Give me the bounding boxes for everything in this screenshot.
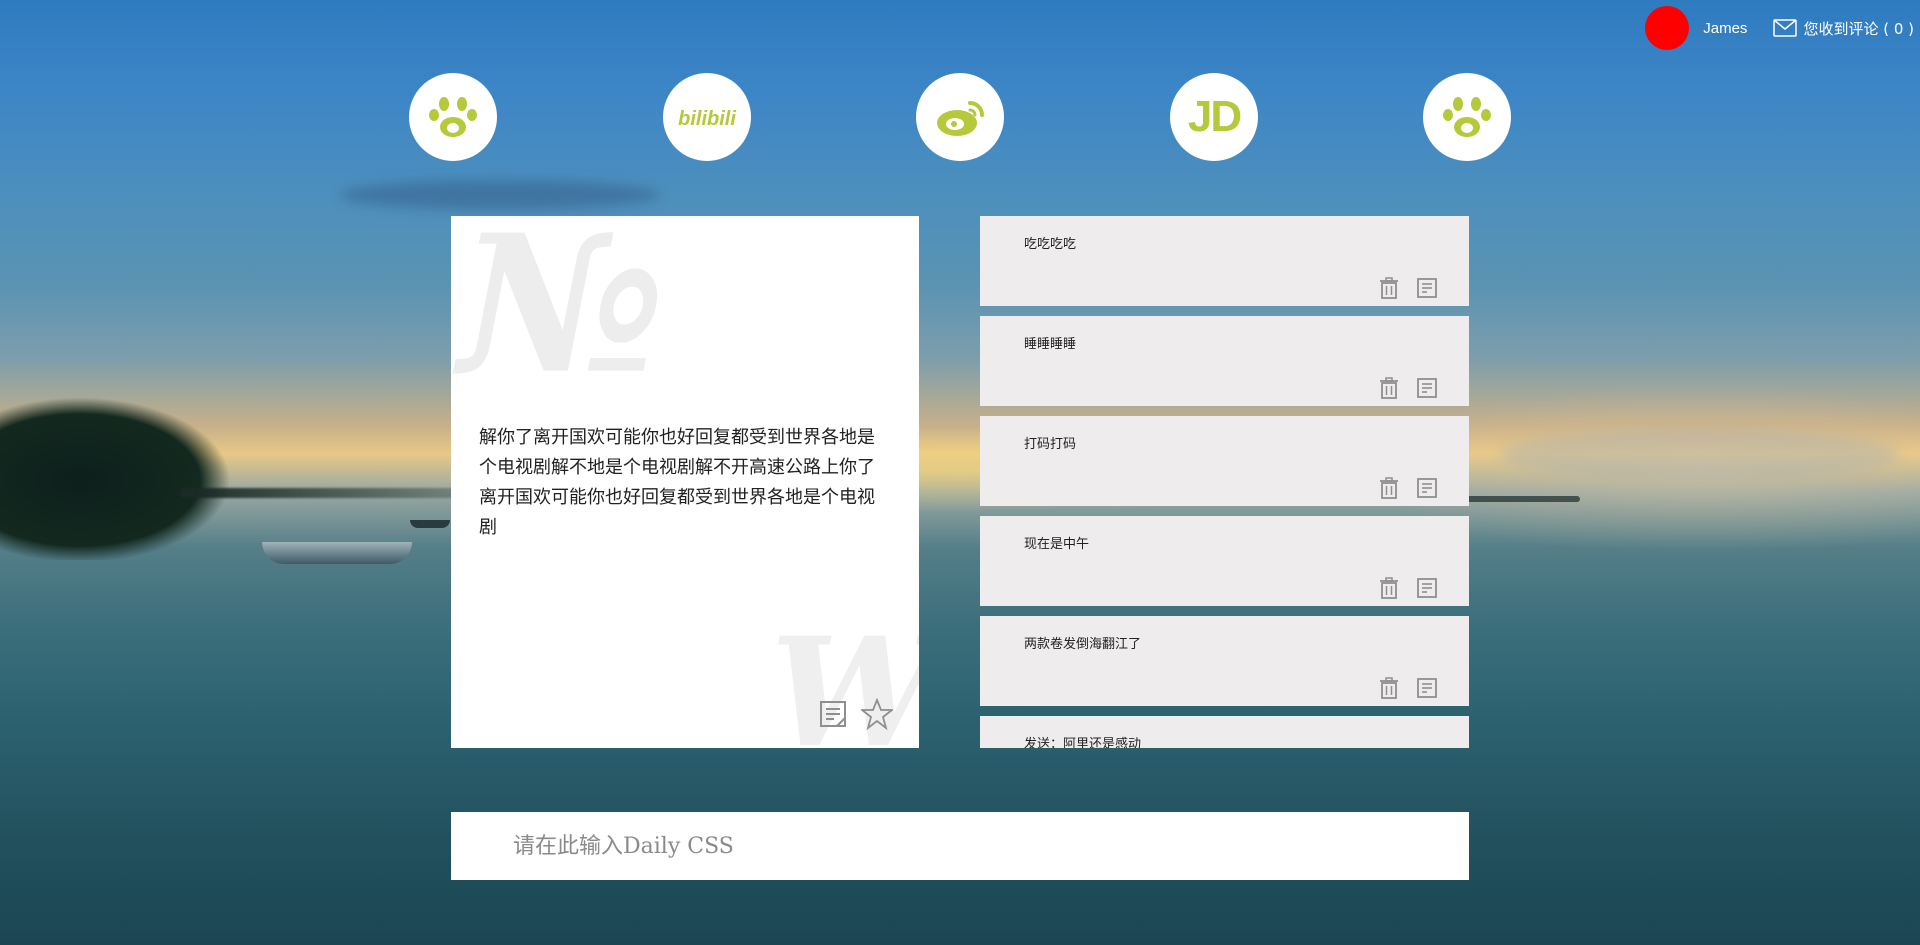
feature-card-text: 解你了离开国欢可能你也好回复都受到世界各地是个电视剧解不地是个电视剧解不开高速公…: [479, 427, 875, 538]
trash-icon[interactable]: [1377, 376, 1401, 400]
message-actions: [1377, 376, 1439, 400]
trash-icon[interactable]: [1377, 576, 1401, 600]
weibo-icon: [937, 101, 984, 136]
edit-note-icon[interactable]: [1415, 676, 1439, 700]
trash-icon[interactable]: [1377, 676, 1401, 700]
background-boat: [262, 542, 412, 564]
background-cloud: [340, 180, 660, 210]
message-actions: [1377, 476, 1439, 500]
message-text: 现在是中午: [1024, 537, 1090, 552]
message-text: 睡睡睡睡: [1024, 337, 1077, 352]
daily-css-input[interactable]: [513, 812, 1469, 880]
edit-note-icon[interactable]: [1415, 376, 1439, 400]
background-horizon: [180, 488, 460, 498]
decorative-watermark: №: [459, 216, 666, 416]
message-item: 现在是中午: [980, 516, 1469, 606]
message-list[interactable]: 吃吃吃吃 睡睡睡睡 打码打码 现在是中午 两款卷发倒海翻江了 发送：阿里还是感动: [980, 216, 1469, 748]
edit-note-icon[interactable]: [1415, 576, 1439, 600]
message-actions: [1377, 676, 1439, 700]
background-island: [0, 360, 260, 560]
site-baidu-button[interactable]: [409, 73, 497, 161]
message-item: 两款卷发倒海翻江了: [980, 616, 1469, 706]
message-item: 睡睡睡睡: [980, 316, 1469, 406]
message-text: 两款卷发倒海翻江了: [1024, 637, 1142, 652]
message-actions: [1377, 576, 1439, 600]
message-text: 发送：阿里还是感动: [1024, 737, 1142, 748]
background-boat: [410, 520, 450, 528]
site-bilibili-button[interactable]: bilibili: [663, 73, 751, 161]
feature-card-actions: [817, 698, 893, 730]
message-text: 吃吃吃吃: [1024, 237, 1077, 252]
message-item: 吃吃吃吃: [980, 216, 1469, 306]
site-baidu-button[interactable]: [1423, 73, 1511, 161]
bilibili-icon: bilibili: [678, 108, 736, 130]
note-icon[interactable]: [817, 698, 849, 730]
background-cloud: [1500, 430, 1900, 480]
username[interactable]: James: [1703, 20, 1747, 37]
daily-css-input-bar: [451, 812, 1469, 880]
site-shortcuts: bilibili JD: [0, 73, 1920, 161]
svg-text:bilibili: bilibili: [678, 108, 736, 130]
star-icon[interactable]: [861, 698, 893, 730]
message-item: 打码打码: [980, 416, 1469, 506]
edit-note-icon[interactable]: [1415, 276, 1439, 300]
message-item: 发送：阿里还是感动: [980, 716, 1469, 748]
paw-icon: [429, 97, 477, 137]
site-jd-button[interactable]: JD: [1170, 73, 1258, 161]
message-text: 打码打码: [1024, 437, 1077, 452]
jd-icon: JD: [1187, 92, 1242, 141]
message-actions: [1377, 276, 1439, 300]
comments-label: 您收到评论 ( 0 ): [1803, 19, 1914, 38]
paw-icon: [1443, 97, 1491, 137]
top-bar: James 您收到评论 ( 0 ): [1645, 6, 1920, 50]
avatar[interactable]: [1645, 6, 1690, 50]
edit-note-icon[interactable]: [1415, 476, 1439, 500]
site-weibo-button[interactable]: [916, 73, 1004, 161]
trash-icon[interactable]: [1377, 276, 1401, 300]
trash-icon[interactable]: [1377, 476, 1401, 500]
feature-card: № W 解你了离开国欢可能你也好回复都受到世界各地是个电视剧解不地是个电视剧解不…: [451, 216, 919, 748]
mail-icon: [1773, 19, 1798, 37]
comments-link[interactable]: 您收到评论 ( 0 ): [1773, 18, 1914, 39]
